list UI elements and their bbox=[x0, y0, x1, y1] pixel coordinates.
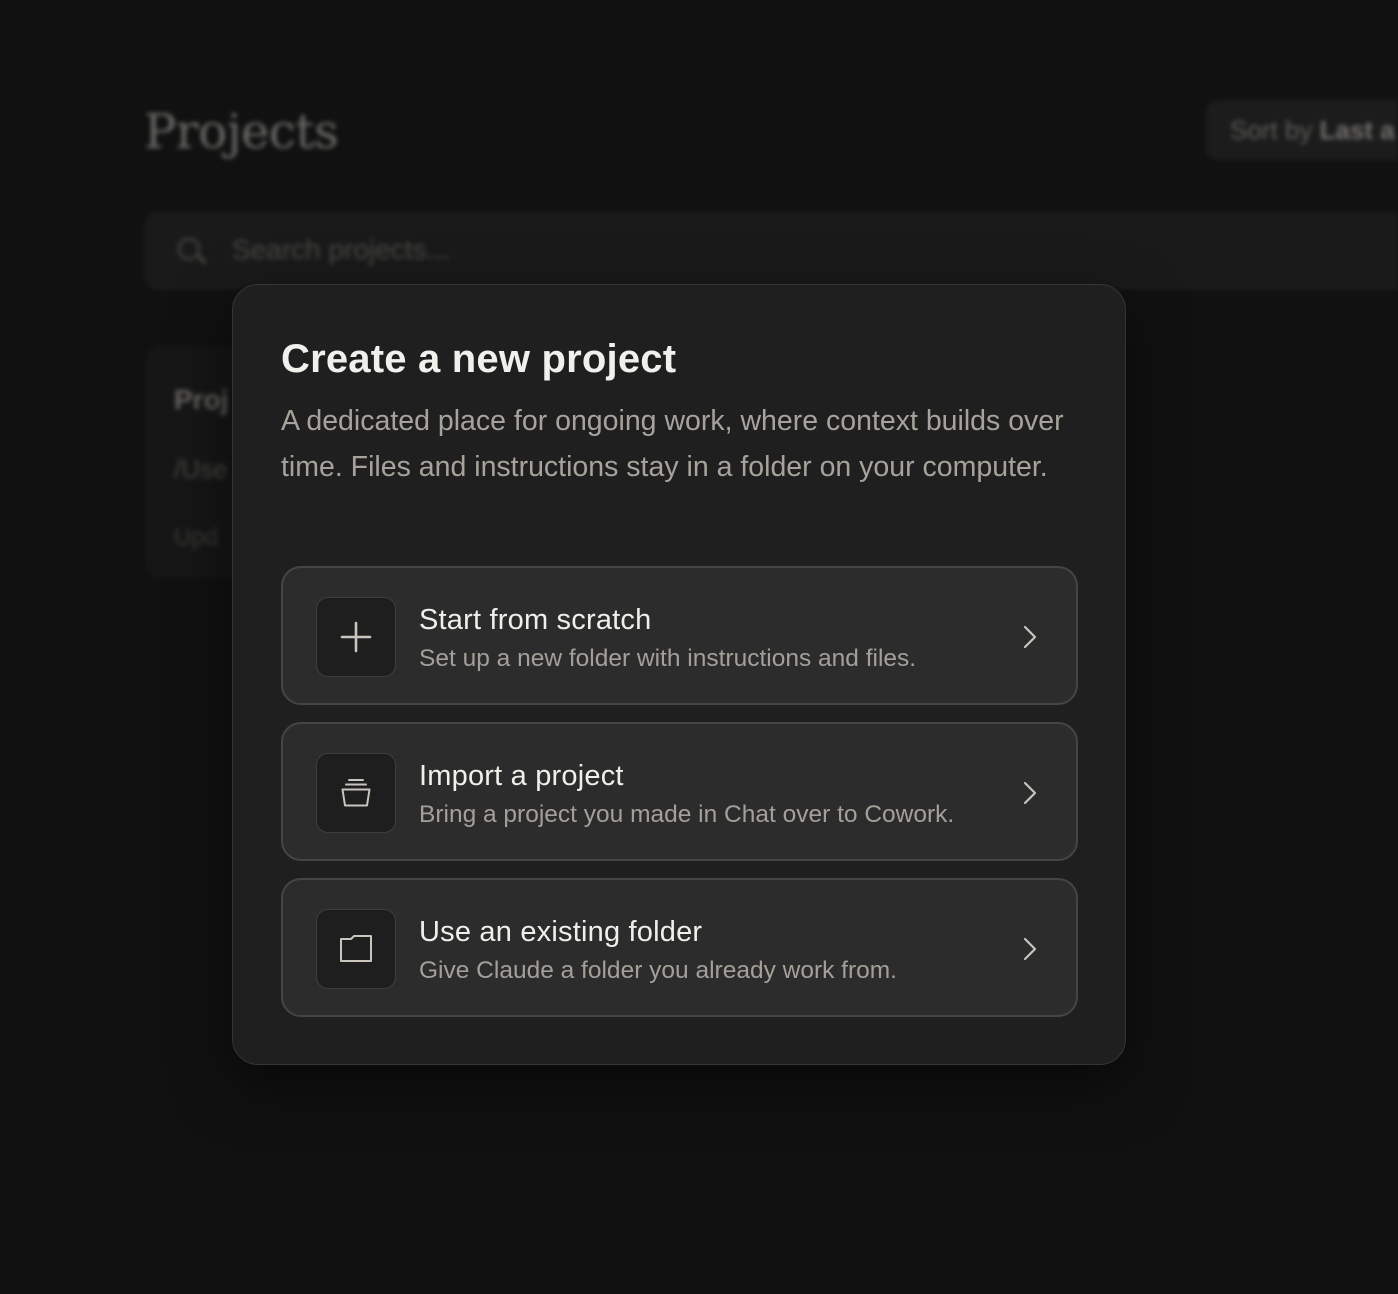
option-title: Use an existing folder bbox=[419, 916, 703, 948]
folder-icon bbox=[316, 909, 396, 989]
search-bar[interactable]: Search projects... bbox=[144, 212, 1398, 290]
option-title: Start from scratch bbox=[419, 604, 652, 636]
use-existing-folder-option[interactable]: Use an existing folder Give Claude a fol… bbox=[281, 878, 1078, 1017]
start-from-scratch-option[interactable]: Start from scratch Set up a new folder w… bbox=[281, 566, 1078, 705]
option-title: Import a project bbox=[419, 760, 624, 792]
modal-description: A dedicated place for ongoing work, wher… bbox=[281, 405, 1064, 483]
search-placeholder: Search projects... bbox=[232, 234, 450, 265]
option-subtitle: Set up a new folder with instructions an… bbox=[419, 645, 917, 672]
project-card-path: /Use bbox=[174, 454, 228, 484]
sort-dropdown[interactable]: Sort by Last a bbox=[1206, 100, 1398, 160]
archive-box-icon bbox=[316, 753, 396, 833]
option-subtitle: Bring a project you made in Chat over to… bbox=[419, 801, 955, 828]
option-subtitle: Give Claude a folder you already work fr… bbox=[419, 957, 897, 984]
create-project-modal: Create a new project A dedicated place f… bbox=[232, 284, 1126, 1065]
chevron-right-icon bbox=[1023, 625, 1037, 649]
project-card-updated: Upd bbox=[174, 524, 219, 551]
modal-title: Create a new project bbox=[281, 337, 677, 381]
sort-label: Sort by bbox=[1230, 115, 1313, 145]
chevron-right-icon bbox=[1023, 781, 1037, 805]
page-title: Projects bbox=[144, 104, 339, 160]
sort-value: Last a bbox=[1319, 115, 1395, 145]
search-icon bbox=[178, 238, 200, 260]
project-card-title: Proj bbox=[174, 384, 229, 415]
import-project-option[interactable]: Import a project Bring a project you mad… bbox=[281, 722, 1078, 861]
chevron-right-icon bbox=[1023, 937, 1037, 961]
plus-icon bbox=[316, 597, 396, 677]
